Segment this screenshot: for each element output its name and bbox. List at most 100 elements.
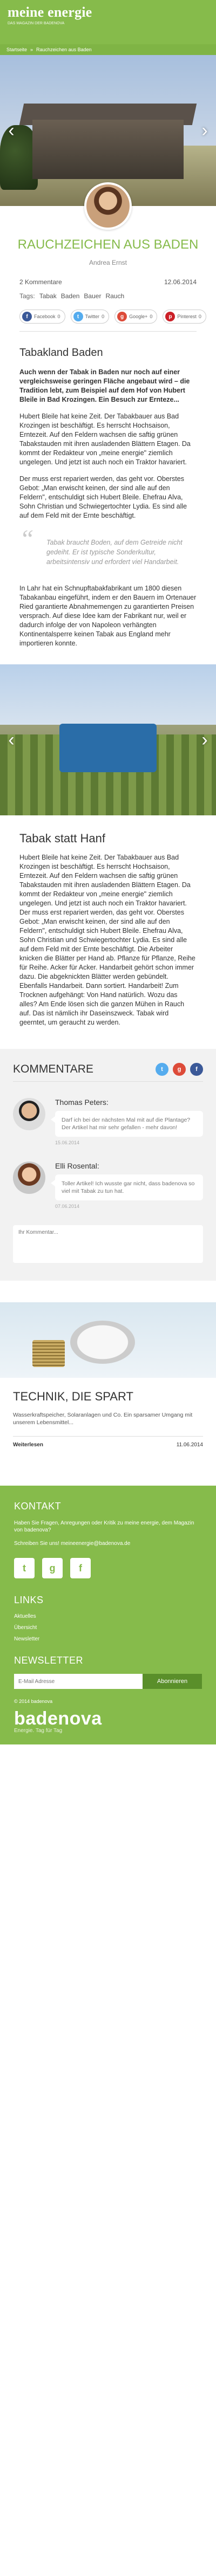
comment-author: Thomas Peters: bbox=[55, 1098, 109, 1107]
twitter-icon: t bbox=[73, 312, 83, 321]
article-tags: Tags: Tabak Baden Bauer Rauch bbox=[0, 286, 216, 306]
contact-title: KONTAKT bbox=[14, 1501, 62, 1512]
article-paragraph: In Lahr hat ein Schnupftabakfabrikant um… bbox=[19, 585, 197, 647]
share-label: Google+ bbox=[129, 314, 148, 319]
breadcrumb: Startseite » Rauchzeichen aus Baden bbox=[0, 44, 216, 55]
comment-item: Elli Rosental: Toller Artikel! Ich wusst… bbox=[13, 1162, 203, 1209]
pinterest-icon: p bbox=[165, 312, 176, 321]
article-date: 12.06.2014 bbox=[164, 278, 197, 286]
comment-date: 07.06.2014 bbox=[55, 1204, 80, 1209]
quote-text: Tabak braucht Boden, auf dem Getreide ni… bbox=[46, 539, 183, 566]
newsletter-subscribe-button[interactable]: Abonnieren bbox=[143, 1674, 202, 1689]
share-pinterest-button[interactable]: p Pinterest 0 bbox=[163, 310, 206, 324]
newsletter-form: Abonnieren bbox=[14, 1674, 202, 1689]
article-paragraph: Der muss erst repariert werden, das geht… bbox=[19, 475, 187, 519]
links-title: LINKS bbox=[14, 1595, 44, 1605]
footer-claim: Energie. Tag für Tag bbox=[14, 1728, 63, 1734]
article-quote: “ Tabak braucht Boden, auf dem Getreide … bbox=[19, 526, 197, 567]
contact-mail[interactable]: Schreiben Sie uns! meineenergie@badenova… bbox=[14, 1540, 202, 1547]
share-label: Pinterest bbox=[177, 314, 197, 319]
teaser-footer: Weiterlesen 11.06.2014 bbox=[13, 1436, 203, 1448]
divider bbox=[19, 331, 197, 332]
googleplus-icon: g bbox=[117, 312, 127, 321]
teaser-date: 11.06.2014 bbox=[176, 1442, 203, 1448]
comment-date: 15.06.2014 bbox=[55, 1140, 80, 1145]
article-paragraph: Hubert Bleile hat keine Zeit. Der Tabakb… bbox=[19, 854, 195, 1026]
slider-next-icon[interactable]: › bbox=[197, 120, 213, 141]
comments-section: KOMMENTARE t g f Thomas Peters: Darf ich… bbox=[0, 1049, 216, 1281]
article-lead: Auch wenn der Tabak in Baden nur noch au… bbox=[19, 368, 190, 403]
footer-link[interactable]: Übersicht bbox=[14, 1625, 202, 1631]
article-author[interactable]: Andrea Ernst bbox=[0, 259, 216, 266]
brand-logo[interactable]: meine energie bbox=[8, 4, 208, 20]
tag-item[interactable]: Tabak bbox=[39, 292, 57, 300]
googleplus-icon[interactable]: g bbox=[173, 1063, 186, 1076]
footer-links: Aktuelles Übersicht Newsletter bbox=[14, 1613, 202, 1642]
hero-barn bbox=[32, 120, 184, 179]
share-label: Twitter bbox=[85, 314, 100, 319]
copyright: © 2014 badenova bbox=[14, 1699, 53, 1704]
article-title: RAUCHZEICHEN AUS BADEN bbox=[17, 237, 199, 252]
comments-count[interactable]: 2 Kommentare bbox=[19, 278, 62, 286]
comment-text: Toller Artikel! Ich wusste gar nicht, da… bbox=[51, 1174, 203, 1200]
breadcrumb-current: Rauchzeichen aus Baden bbox=[36, 47, 92, 52]
footer-socials: t g f bbox=[14, 1558, 202, 1578]
share-count: 0 bbox=[102, 314, 105, 319]
tags-label: Tags: bbox=[19, 292, 35, 300]
avatar bbox=[13, 1162, 45, 1194]
comments-title: KOMMENTARE bbox=[13, 1063, 93, 1075]
comment-input[interactable] bbox=[13, 1225, 203, 1263]
article-body-2: Tabak statt Hanf Hubert Bleile hat keine… bbox=[0, 832, 216, 1027]
newsletter-title: NEWSLETTER bbox=[14, 1655, 84, 1666]
teaser-coins bbox=[32, 1340, 65, 1367]
facebook-icon[interactable]: f bbox=[190, 1063, 203, 1076]
brand-tagline: Das Magazin der badenova bbox=[8, 22, 65, 25]
contact-text: Haben Sie Fragen, Anregungen oder Kritik… bbox=[14, 1520, 194, 1533]
teaser-image[interactable] bbox=[0, 1302, 216, 1378]
teaser-title[interactable]: TECHNIK, DIE SPART bbox=[13, 1390, 203, 1404]
quote-icon: “ bbox=[19, 525, 34, 553]
tag-item[interactable]: Baden bbox=[61, 292, 80, 300]
article-meta: 2 Kommentare 12.06.2014 bbox=[0, 266, 216, 286]
article-section-heading: Tabak statt Hanf bbox=[19, 832, 105, 845]
breadcrumb-separator: » bbox=[30, 47, 33, 52]
page-footer: KONTAKT Haben Sie Fragen, Anregungen ode… bbox=[0, 1486, 216, 1744]
breadcrumb-home[interactable]: Startseite bbox=[6, 47, 27, 52]
brand-header: meine energie Das Magazin der badenova bbox=[0, 0, 216, 44]
share-googleplus-button[interactable]: g Google+ 0 bbox=[114, 310, 158, 324]
slider-next-icon[interactable]: › bbox=[197, 729, 213, 751]
avatar bbox=[13, 1098, 45, 1130]
twitter-icon[interactable]: t bbox=[156, 1063, 168, 1076]
footer-brand-logo[interactable]: badenova bbox=[14, 1709, 202, 1728]
share-bar: f Facebook 0 t Twitter 0 g Google+ 0 p P… bbox=[0, 306, 216, 331]
photo-machine bbox=[59, 724, 157, 772]
footer-link[interactable]: Newsletter bbox=[14, 1636, 202, 1642]
comment-item: Thomas Peters: Darf ich bei der nächsten… bbox=[13, 1098, 203, 1145]
read-more-link[interactable]: Weiterlesen bbox=[13, 1442, 43, 1448]
share-label: Facebook bbox=[34, 314, 56, 319]
author-avatar bbox=[84, 182, 132, 230]
article-paragraph: Hubert Bleile hat keine Zeit. Der Tabakb… bbox=[19, 413, 191, 466]
teaser-piggybank bbox=[70, 1321, 135, 1364]
share-count: 0 bbox=[150, 314, 153, 319]
facebook-icon: f bbox=[22, 312, 32, 321]
twitter-icon[interactable]: t bbox=[14, 1558, 35, 1578]
newsletter-email-input[interactable] bbox=[14, 1674, 143, 1689]
facebook-icon[interactable]: f bbox=[70, 1558, 91, 1578]
tag-item[interactable]: Bauer bbox=[84, 292, 101, 300]
share-twitter-button[interactable]: t Twitter 0 bbox=[70, 310, 110, 324]
teaser-text: Wasserkraftspeicher, Solaranlagen und Co… bbox=[13, 1412, 193, 1426]
share-facebook-button[interactable]: f Facebook 0 bbox=[19, 310, 65, 324]
article-subheading: Tabakland Baden bbox=[19, 347, 103, 359]
googleplus-icon[interactable]: g bbox=[42, 1558, 63, 1578]
comment-text: Darf ich bei der nächsten Mal mit auf di… bbox=[51, 1111, 203, 1137]
article-body: Tabakland Baden Auch wenn der Tabak in B… bbox=[0, 347, 216, 648]
article-image-slider: ‹ › bbox=[0, 664, 216, 815]
share-count: 0 bbox=[198, 314, 201, 319]
comment-author: Elli Rosental: bbox=[55, 1162, 99, 1170]
footer-link[interactable]: Aktuelles bbox=[14, 1613, 202, 1619]
slider-prev-icon[interactable]: ‹ bbox=[3, 120, 19, 141]
tag-item[interactable]: Rauch bbox=[105, 292, 124, 300]
teaser: TECHNIK, DIE SPART Wasserkraftspeicher, … bbox=[0, 1390, 216, 1448]
slider-prev-icon[interactable]: ‹ bbox=[3, 729, 19, 751]
